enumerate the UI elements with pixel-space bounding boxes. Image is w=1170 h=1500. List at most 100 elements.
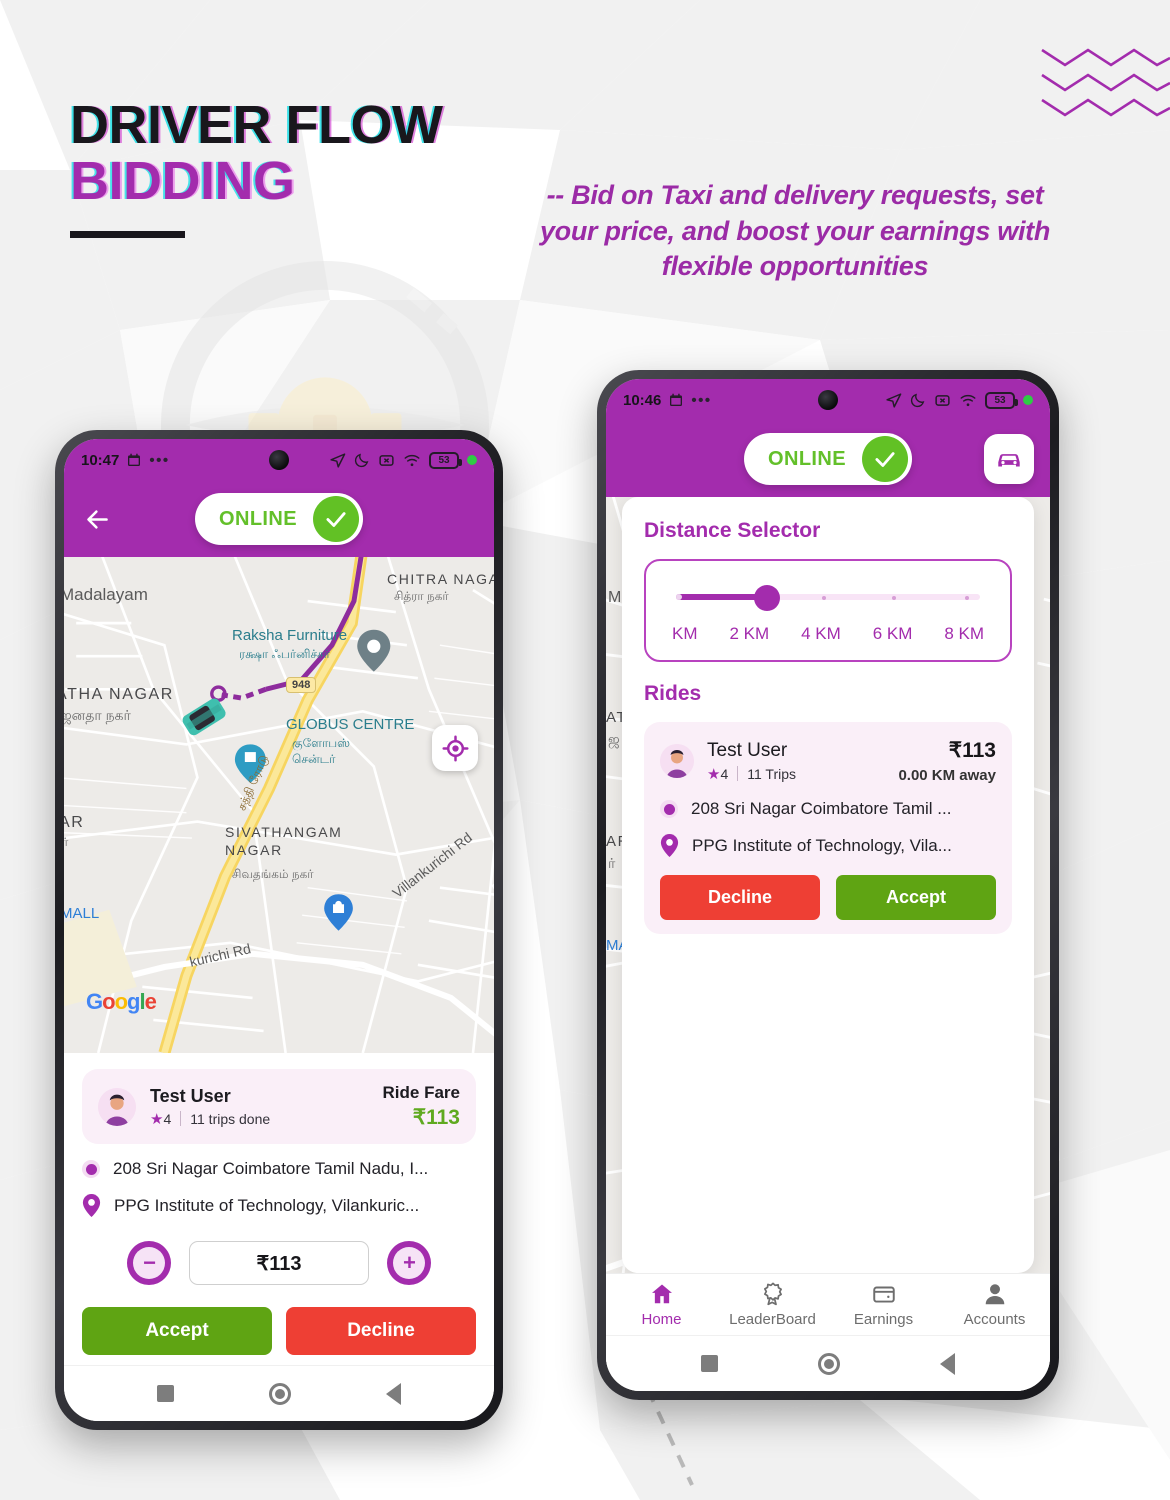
- green-dot-icon: [467, 455, 477, 465]
- destination-pin-icon: [660, 834, 679, 857]
- tab-home[interactable]: Home: [606, 1281, 717, 1328]
- decline-button[interactable]: Decline: [286, 1307, 476, 1355]
- calendar-icon: [670, 393, 683, 406]
- my-location-icon: [441, 734, 469, 762]
- map-view-right[interactable]: Mad ATH ஜ AR ர் MA R Rd Distance Selecto…: [606, 497, 1050, 1391]
- action-row-left: Accept Decline: [82, 1307, 476, 1355]
- map-label-atha-nagar-tamil: ஜனதா நகர்: [64, 707, 131, 723]
- back-triangle-icon[interactable]: [940, 1352, 955, 1375]
- map-label-raksha-furniture: Raksha Furniture: [232, 627, 348, 644]
- x-box-icon: [935, 394, 950, 406]
- map-label-madalayam: Madalayam: [64, 585, 148, 604]
- accept-button[interactable]: Accept: [82, 1307, 272, 1355]
- fare-value: ₹113: [948, 739, 996, 762]
- back-button[interactable]: [80, 502, 114, 536]
- online-toggle[interactable]: ONLINE: [195, 493, 363, 545]
- slider-knob[interactable]: [754, 585, 781, 611]
- accept-button[interactable]: Accept: [836, 875, 996, 920]
- star-icon: ★: [150, 1110, 164, 1128]
- rating: ★4: [707, 765, 729, 783]
- avatar: [98, 1087, 136, 1126]
- distance-option-0[interactable]: KM: [672, 624, 698, 644]
- status-time: 10:47: [81, 451, 120, 469]
- online-toggle[interactable]: ONLINE: [744, 433, 912, 485]
- bottom-tab-bar: Home LeaderBoard Earnings Accounts: [606, 1273, 1050, 1335]
- camera-punch-hole: [818, 390, 838, 410]
- map-label-ar-tamil: ர்: [64, 835, 69, 849]
- moon-icon: [910, 393, 925, 408]
- trip-count: 11 Trips: [747, 765, 797, 782]
- pickup-row: 208 Sri Nagar Coimbatore Tamil ...: [660, 799, 996, 819]
- distance-option-2[interactable]: 4 KM: [801, 624, 841, 644]
- map-label-atha-tamil-right: ஜ: [608, 731, 620, 747]
- rider-name: Test User: [707, 739, 788, 761]
- vehicle-type-button[interactable]: [984, 434, 1034, 484]
- distance-selector-title: Distance Selector: [644, 519, 821, 542]
- phone-left: 10:47 ••• 53 ONLINE Madalayam CHITRA NAG…: [55, 430, 503, 1430]
- tab-accounts[interactable]: Accounts: [939, 1281, 1050, 1328]
- map-label-raksha-tamil: ரக்ஷா ஃபர்னிச்சர்: [239, 647, 331, 661]
- avatar: [660, 744, 694, 778]
- home-circle-icon[interactable]: [818, 1352, 840, 1375]
- wallet-icon: [872, 1286, 895, 1303]
- dropoff-address: PPG Institute of Technology, Vilankuric.…: [114, 1195, 420, 1215]
- pickup-address: 208 Sri Nagar Coimbatore Tamil ...: [691, 799, 952, 818]
- distance-option-3[interactable]: 6 KM: [873, 624, 913, 644]
- slider-tick-4km: [821, 595, 826, 600]
- app-bar-right: ONLINE: [606, 421, 1050, 497]
- recents-square-icon[interactable]: [701, 1355, 718, 1372]
- pickup-dot-icon: [660, 800, 678, 818]
- tab-label: LeaderBoard: [729, 1311, 816, 1328]
- wifi-icon: [960, 394, 976, 406]
- badge-icon: [763, 1282, 782, 1306]
- app-bar-left: ONLINE: [64, 481, 494, 557]
- distance-selector-box: KM 2 KM 4 KM 6 KM 8 KM: [644, 559, 1012, 662]
- my-location-button[interactable]: [432, 725, 478, 771]
- fare-stepper: − ₹113 +: [82, 1241, 476, 1285]
- car-icon: [998, 454, 1020, 467]
- ride-request-card[interactable]: Test User ★4 11 Trips ₹113 0.00 KM away: [644, 722, 1012, 934]
- location-arrow-icon: [330, 452, 346, 468]
- tab-leaderboard[interactable]: LeaderBoard: [717, 1281, 828, 1328]
- battery-icon: 53: [985, 391, 1018, 409]
- phone-right-screen: 10:46 ••• 53 ONLINE ஜ AR ர் MA Distance …: [606, 379, 1050, 1391]
- distance-option-4[interactable]: 8 KM: [944, 624, 984, 644]
- decrease-fare-button[interactable]: −: [127, 1241, 171, 1285]
- dropoff-row: PPG Institute of Technology, Vila...: [660, 834, 996, 857]
- recents-square-icon[interactable]: [156, 1385, 174, 1402]
- map-label-chitra-nagar: CHITRA NAGAR: [387, 571, 494, 587]
- meta-divider: [180, 1111, 182, 1126]
- google-attribution: Google: [86, 989, 157, 1014]
- android-nav-right: [606, 1335, 1050, 1391]
- trip-count: 11 trips done: [190, 1110, 271, 1127]
- decline-button[interactable]: Decline: [660, 875, 820, 920]
- star-icon: ★: [707, 765, 721, 783]
- title-underline: [70, 231, 185, 239]
- distance-option-1[interactable]: 2 KM: [729, 624, 769, 644]
- map-label-chitra-nagar-tamil: சித்ரா நகர்: [394, 589, 449, 603]
- distance-slider[interactable]: [676, 585, 980, 611]
- bid-amount-input[interactable]: ₹113: [189, 1241, 369, 1285]
- status-bar-right: 10:46 ••• 53: [606, 379, 1050, 421]
- battery-icon: 53: [429, 451, 462, 469]
- x-box-icon: [379, 454, 394, 466]
- tab-label: Accounts: [963, 1311, 1026, 1328]
- home-circle-icon[interactable]: [268, 1382, 291, 1405]
- map-label-ar-tamil-right: ர்: [608, 855, 616, 871]
- fare-label: Ride Fare: [382, 1083, 460, 1102]
- android-nav-left: [64, 1365, 494, 1421]
- map-label-sivathangam-tamil: சிவதங்கம் நகர்: [232, 867, 314, 881]
- increase-fare-button[interactable]: +: [387, 1241, 431, 1285]
- highway-shield-948: 948: [286, 677, 317, 693]
- back-triangle-icon[interactable]: [386, 1382, 402, 1405]
- camera-punch-hole: [269, 450, 289, 470]
- tab-earnings[interactable]: Earnings: [828, 1281, 939, 1328]
- online-label: ONLINE: [768, 447, 846, 470]
- slider-tick-6km: [891, 595, 896, 600]
- map-label-sivathangam-nagar: SIVATHANGAM NAGAR: [225, 824, 343, 859]
- moon-icon: [354, 453, 369, 468]
- more-icon: •••: [691, 391, 712, 409]
- map-view-left[interactable]: Madalayam CHITRA NAGAR சித்ரா நகர் Raksh…: [64, 557, 494, 1053]
- dropoff-address: PPG Institute of Technology, Vila...: [692, 835, 952, 855]
- dropoff-row: PPG Institute of Technology, Vilankuric.…: [82, 1194, 476, 1217]
